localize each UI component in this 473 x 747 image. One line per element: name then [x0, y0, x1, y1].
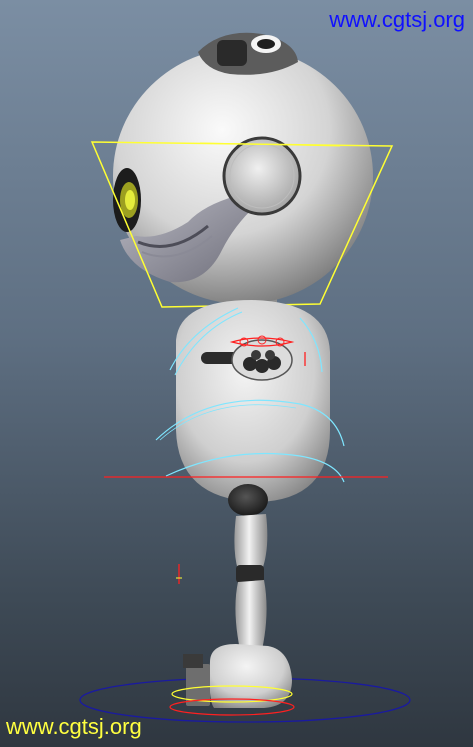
head-top-hatch — [198, 32, 298, 75]
ear-disc — [222, 136, 302, 216]
watermark-bottom: www.cgtsj.org — [6, 714, 142, 739]
lower-leg — [235, 580, 267, 650]
torso — [176, 300, 330, 502]
watermark-top: www.cgtsj.org — [329, 7, 465, 32]
3d-viewport: www.cgtsj.org www.cgtsj.org — [0, 0, 473, 747]
knee-joint — [236, 565, 264, 583]
robot-scene — [79, 32, 411, 723]
hip-joint — [228, 484, 268, 516]
upper-leg — [234, 514, 268, 570]
